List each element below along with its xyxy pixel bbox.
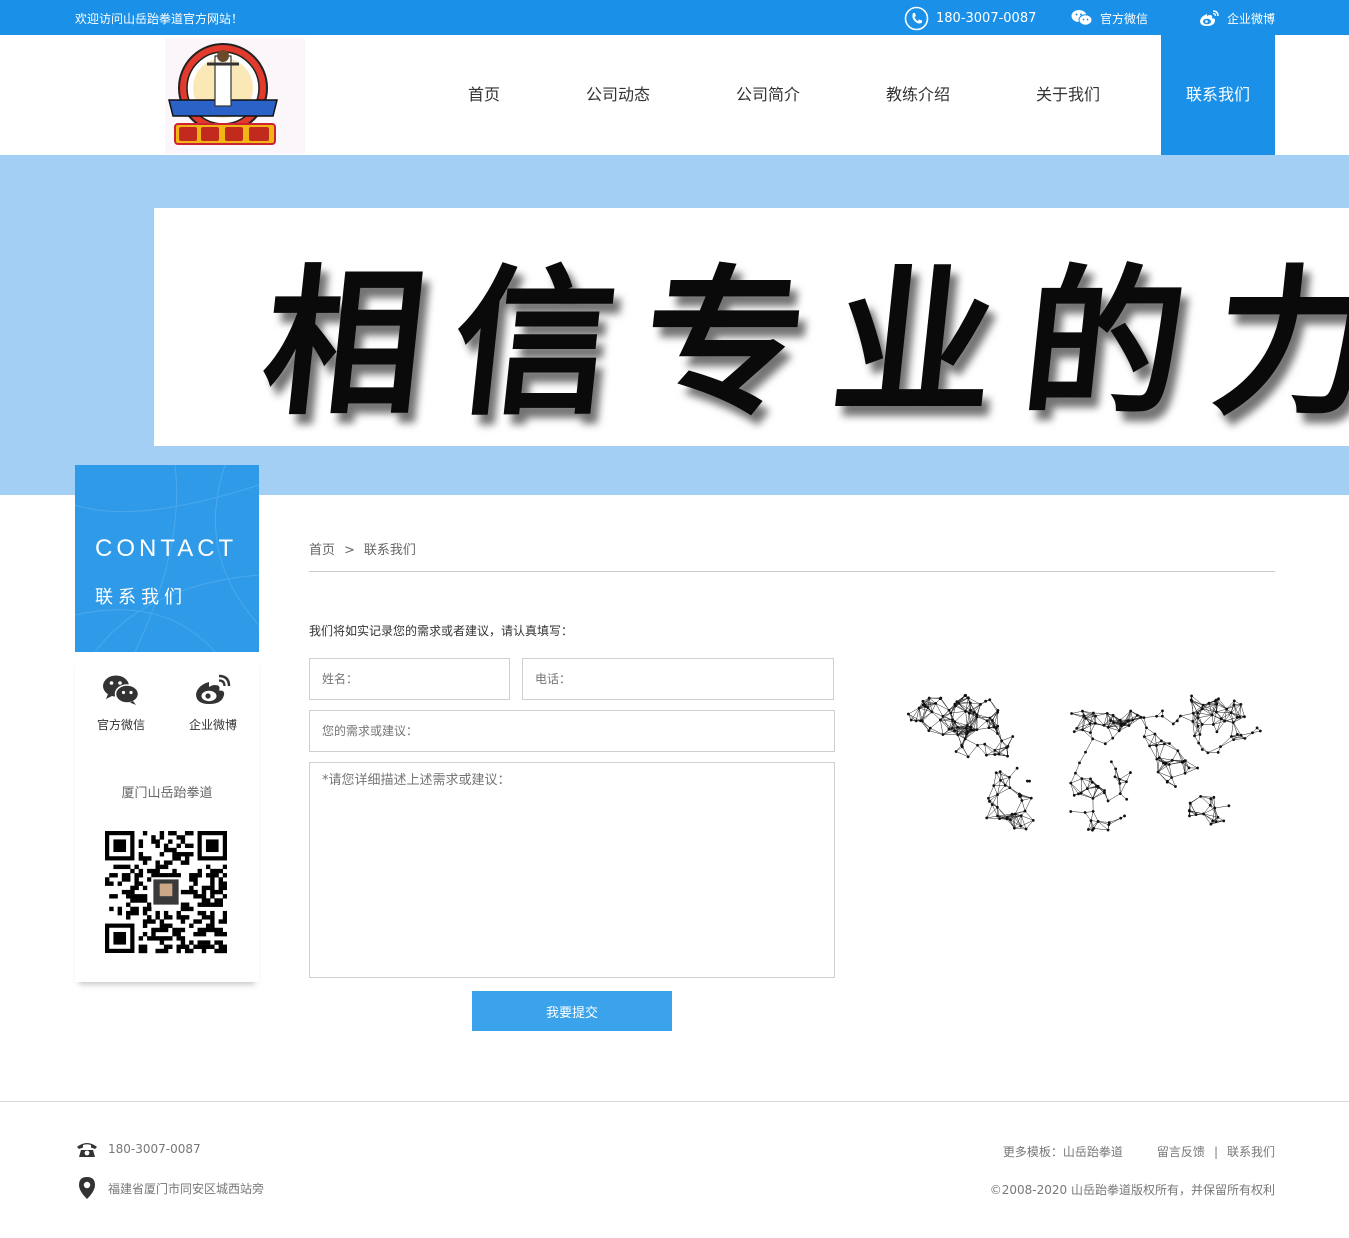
banner-slogan: 相信专业的力 (254, 249, 1349, 437)
nav-coaches[interactable]: 教练介绍 (886, 35, 950, 155)
sidebar-title-cn: 联系我们 (95, 587, 187, 608)
breadcrumb: 首页 > 联系我们 (309, 539, 416, 558)
footer-divider (0, 1101, 1349, 1102)
nav-about-us[interactable]: 关于我们 (1036, 35, 1100, 155)
submit-button[interactable]: 我要提交 (472, 991, 672, 1031)
need-input[interactable] (309, 710, 835, 752)
detail-textarea[interactable] (309, 762, 835, 978)
sidebar-title-en: CONTACT (95, 535, 238, 562)
footer-link-separator: | (1213, 1145, 1218, 1159)
breadcrumb-separator: > (344, 543, 355, 558)
topbar-weibo-link[interactable]: 企业微博 (1198, 6, 1275, 30)
banner-card: 相信专业的力 (154, 208, 1349, 446)
sidebar-panel: 官方微信 企业微博 厦门山岳跆拳道 (75, 652, 259, 982)
telephone-icon (77, 1143, 97, 1157)
welcome-text: 欢迎访问山岳跆拳道官方网站！ (75, 12, 244, 26)
footer-copyright: ©2008-2020 山岳跆拳道版权所有，并保留所有权利 (989, 1183, 1275, 1197)
footer-more-templates[interactable]: 更多模板：山岳跆拳道 (1003, 1145, 1123, 1159)
nav-company-news[interactable]: 公司动态 (586, 35, 650, 155)
topbar-phone-number: 180-3007-0087 (936, 10, 1037, 26)
footer-contact-link[interactable]: 联系我们 (1227, 1145, 1275, 1159)
wechat-icon (1071, 10, 1093, 26)
location-pin-icon (79, 1177, 95, 1199)
topbar-wechat-label: 官方微信 (1100, 11, 1149, 26)
footer-address-text: 福建省厦门市同安区城西站旁 (108, 1181, 265, 1196)
breadcrumb-current: 联系我们 (363, 543, 416, 558)
sidebar-wechat-link[interactable]: 官方微信 (81, 674, 161, 733)
world-map-image (906, 693, 1262, 832)
nav-contact-us[interactable]: 联系我们 (1161, 35, 1275, 155)
site-logo[interactable] (165, 38, 305, 154)
weibo-icon (1200, 10, 1219, 26)
footer-phone-number: 180-3007-0087 (108, 1142, 201, 1156)
breadcrumb-divider (309, 571, 1275, 572)
footer-feedback-link[interactable]: 留言反馈 (1157, 1145, 1205, 1159)
topbar-weibo-label: 企业微博 (1227, 11, 1276, 26)
wechat-qr-code (105, 824, 227, 960)
wechat-icon (103, 675, 140, 705)
phone-input[interactable] (522, 658, 834, 700)
sidebar-company-name: 厦门山岳跆拳道 (121, 786, 213, 801)
nav-company-intro[interactable]: 公司简介 (736, 35, 800, 155)
phone-icon (904, 6, 929, 30)
footer-address: 福建省厦门市同安区城西站旁 (76, 1176, 264, 1200)
topbar-phone[interactable]: 180-3007-0087 (904, 6, 1036, 30)
site-header: 首页 公司动态 公司简介 教练介绍 关于我们 联系我们 (0, 35, 1349, 155)
breadcrumb-home[interactable]: 首页 (309, 543, 335, 558)
footer-phone: 180-3007-0087 (76, 1140, 201, 1158)
topbar-wechat-link[interactable]: 官方微信 (1071, 6, 1148, 30)
name-input[interactable] (309, 658, 510, 700)
sidebar-wechat-label: 官方微信 (96, 718, 145, 732)
form-intro-text: 我们将如实记录您的需求或者建议，请认真填写： (309, 624, 574, 638)
sidebar-weibo-label: 企业微博 (188, 718, 237, 732)
sidebar-contact-header: CONTACT 联系我们 (75, 465, 259, 652)
footer-links: 更多模板：山岳跆拳道 留言反馈 | 联系我们 (1003, 1143, 1275, 1160)
sidebar-weibo-link[interactable]: 企业微博 (173, 674, 253, 733)
hero-banner: 相信专业的力 (0, 155, 1349, 495)
nav-home[interactable]: 首页 (468, 35, 500, 155)
top-bar: 欢迎访问山岳跆拳道官方网站！ 180-3007-0087 官方微信 企业微博 (0, 0, 1349, 35)
weibo-icon (196, 674, 231, 704)
